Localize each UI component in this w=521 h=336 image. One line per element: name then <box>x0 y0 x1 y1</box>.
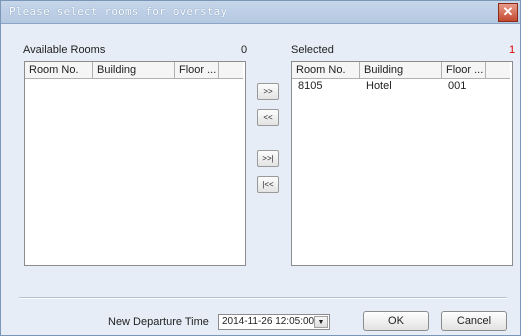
cell-building: Hotel <box>366 80 392 92</box>
selected-list-header: Room No. Building Floor ... <box>292 62 510 79</box>
column-building[interactable]: Building <box>93 62 175 78</box>
available-rooms-label: Available Rooms <box>23 44 106 56</box>
overstay-dialog: Please select rooms for overstay ✕ Avail… <box>0 0 521 336</box>
dialog-title: Please select rooms for overstay <box>9 5 228 18</box>
available-rooms-list[interactable]: Room No. Building Floor ... <box>24 61 246 266</box>
available-count: 0 <box>241 44 248 56</box>
selected-rooms-list[interactable]: Room No. Building Floor ... 8105 Hotel 0… <box>291 61 513 266</box>
remove-button[interactable]: << <box>257 109 279 126</box>
available-list-header: Room No. Building Floor ... <box>25 62 243 79</box>
selected-count: 1 <box>509 44 516 56</box>
table-row[interactable]: 8105 Hotel 001 <box>292 79 510 93</box>
departure-time-label: New Departure Time <box>108 316 209 328</box>
divider <box>19 297 507 299</box>
departure-time-picker[interactable]: 2014-11-26 12:05:00 ▼ <box>218 314 330 330</box>
column-floor[interactable]: Floor ... <box>175 62 219 78</box>
title-bar[interactable]: Please select rooms for overstay ✕ <box>1 1 520 24</box>
cell-room-no: 8105 <box>298 80 323 92</box>
column-floor[interactable]: Floor ... <box>442 62 486 78</box>
remove-all-button[interactable]: |<< <box>257 176 279 193</box>
add-all-button[interactable]: >>| <box>257 150 279 167</box>
cancel-button[interactable]: Cancel <box>441 311 507 331</box>
chevron-down-icon[interactable]: ▼ <box>314 316 328 328</box>
ok-button[interactable]: OK <box>363 311 429 331</box>
close-icon[interactable]: ✕ <box>498 3 518 22</box>
add-button[interactable]: >> <box>257 83 279 100</box>
selected-label: Selected <box>291 44 334 56</box>
column-building[interactable]: Building <box>360 62 442 78</box>
column-room-no[interactable]: Room No. <box>25 62 93 78</box>
cell-floor: 001 <box>448 80 467 92</box>
column-room-no[interactable]: Room No. <box>292 62 360 78</box>
departure-time-value: 2014-11-26 12:05:00 <box>222 316 315 327</box>
